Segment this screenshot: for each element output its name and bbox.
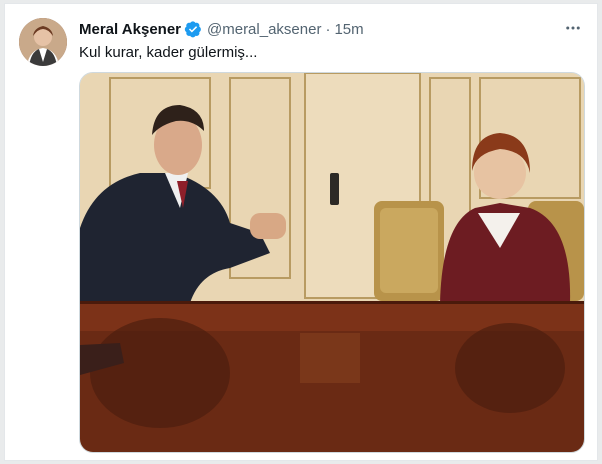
separator-dot: · [325,20,331,38]
verified-badge-icon [184,20,202,38]
author-avatar[interactable] [19,18,67,66]
tweet-timestamp[interactable]: 15m [334,21,363,38]
more-options-icon[interactable] [563,18,583,38]
tweet-photo[interactable] [79,72,585,453]
tweet-card[interactable]: Meral Akşener @meral_aksener · 15m Kul k… [4,3,598,461]
tweet-header: Meral Akşener @meral_aksener · 15m [79,19,364,39]
author-handle[interactable]: @meral_aksener [207,21,321,38]
tweet-text: Kul kurar, kader gülermiş... [79,44,258,61]
author-name[interactable]: Meral Akşener [79,21,181,38]
